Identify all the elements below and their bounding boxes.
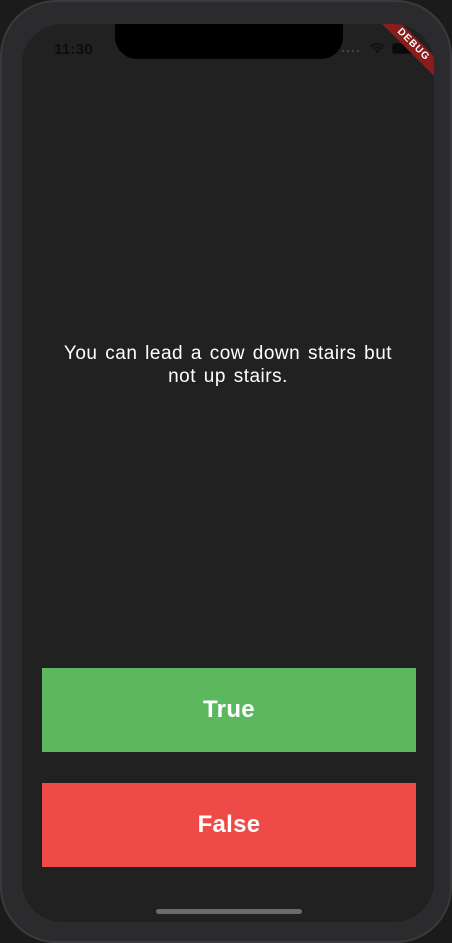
false-button-label: False [197,811,261,838]
status-bar-time: 11:30 [54,41,94,58]
cellular-signal-icon [341,49,360,53]
debug-banner-label: DEBUG [376,24,434,82]
debug-banner: DEBUG [374,24,434,84]
app-screen: 11:30 DEBUG You can lead a cow down stai… [22,24,434,922]
true-button[interactable]: True [42,668,416,752]
home-indicator[interactable] [156,909,302,914]
device-notch [115,24,343,59]
true-button-label: True [203,696,255,723]
phone-frame: 11:30 DEBUG You can lead a cow down stai… [0,0,452,943]
question-text: You can lead a cow down stairs but not u… [63,343,393,387]
false-button[interactable]: False [42,783,416,867]
